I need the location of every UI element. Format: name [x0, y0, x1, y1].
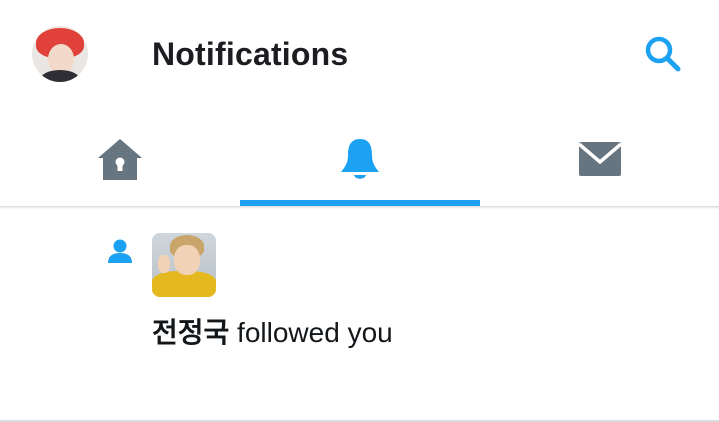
tab-bar: [0, 112, 719, 206]
avatar-face: [174, 245, 200, 275]
avatar-hand: [158, 255, 170, 273]
notification-text: 전정국 followed you: [152, 311, 393, 351]
tab-notifications[interactable]: [240, 112, 480, 206]
follower-name[interactable]: 전정국: [152, 316, 229, 349]
tab-messages[interactable]: [480, 112, 719, 206]
follower-avatar[interactable]: [152, 233, 216, 297]
tab-home[interactable]: [0, 112, 240, 206]
envelope-icon: [577, 142, 622, 176]
follow-person-icon: [108, 239, 132, 263]
search-button[interactable]: [642, 34, 684, 74]
page-title: Notifications: [152, 36, 349, 72]
profile-avatar[interactable]: [32, 26, 88, 82]
home-icon: [98, 139, 142, 180]
search-icon: [645, 36, 681, 72]
notification-action: followed you: [229, 317, 393, 348]
app-header: Notifications: [0, 0, 719, 112]
avatar-shirt: [40, 70, 80, 82]
notification-item[interactable]: 전정국 followed you: [0, 209, 719, 421]
bell-icon: [341, 139, 379, 179]
